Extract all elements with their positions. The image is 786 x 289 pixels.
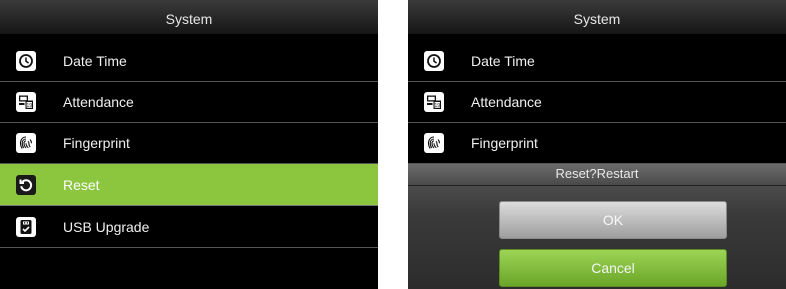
menu-item-date-time[interactable]: Date Time <box>0 40 378 82</box>
reset-confirm-dialog: Reset?Restart OK Cancel <box>408 164 786 289</box>
svg-text:19: 19 <box>434 103 440 109</box>
cancel-button[interactable]: Cancel <box>499 249 727 287</box>
menu-item-reset[interactable]: Reset <box>0 164 378 206</box>
calendar-icon: 19 <box>16 91 36 112</box>
menu-item-usb-upgrade[interactable]: USB Upgrade <box>0 206 378 248</box>
system-menu-reset-dialog-screen: System Date Time 19 Attendance Fingerpri… <box>408 0 786 289</box>
clock-icon <box>16 50 36 71</box>
menu-item-attendance[interactable]: 19 Attendance <box>0 81 378 123</box>
menu-item-date-time[interactable]: Date Time <box>408 40 786 82</box>
menu-item-label: Date Time <box>471 52 535 69</box>
system-menu-screen: System Date Time 19 Attendance Fingerpri… <box>0 0 378 289</box>
screen-title: System <box>408 0 786 34</box>
menu-item-label: Fingerprint <box>63 134 130 151</box>
fingerprint-icon <box>424 132 444 153</box>
svg-text:19: 19 <box>26 103 32 109</box>
calendar-icon: 19 <box>424 91 444 112</box>
usb-upgrade-icon <box>16 216 36 237</box>
menu-item-label: Date Time <box>63 52 127 69</box>
menu-item-fingerprint[interactable]: Fingerprint <box>0 122 378 164</box>
menu-item-label: Fingerprint <box>471 134 538 151</box>
reset-icon <box>16 174 36 195</box>
fingerprint-icon <box>16 132 36 153</box>
menu-item-label: Attendance <box>63 93 134 110</box>
menu-item-attendance[interactable]: 19 Attendance <box>408 81 786 123</box>
menu-item-label: Reset <box>63 176 100 193</box>
menu-item-fingerprint[interactable]: Fingerprint <box>408 122 786 164</box>
menu-item-label: USB Upgrade <box>63 218 150 235</box>
dialog-title: Reset?Restart <box>408 164 786 186</box>
clock-icon <box>424 50 444 71</box>
screen-title: System <box>0 0 378 34</box>
ok-button[interactable]: OK <box>499 201 727 239</box>
menu-item-label: Attendance <box>471 93 542 110</box>
